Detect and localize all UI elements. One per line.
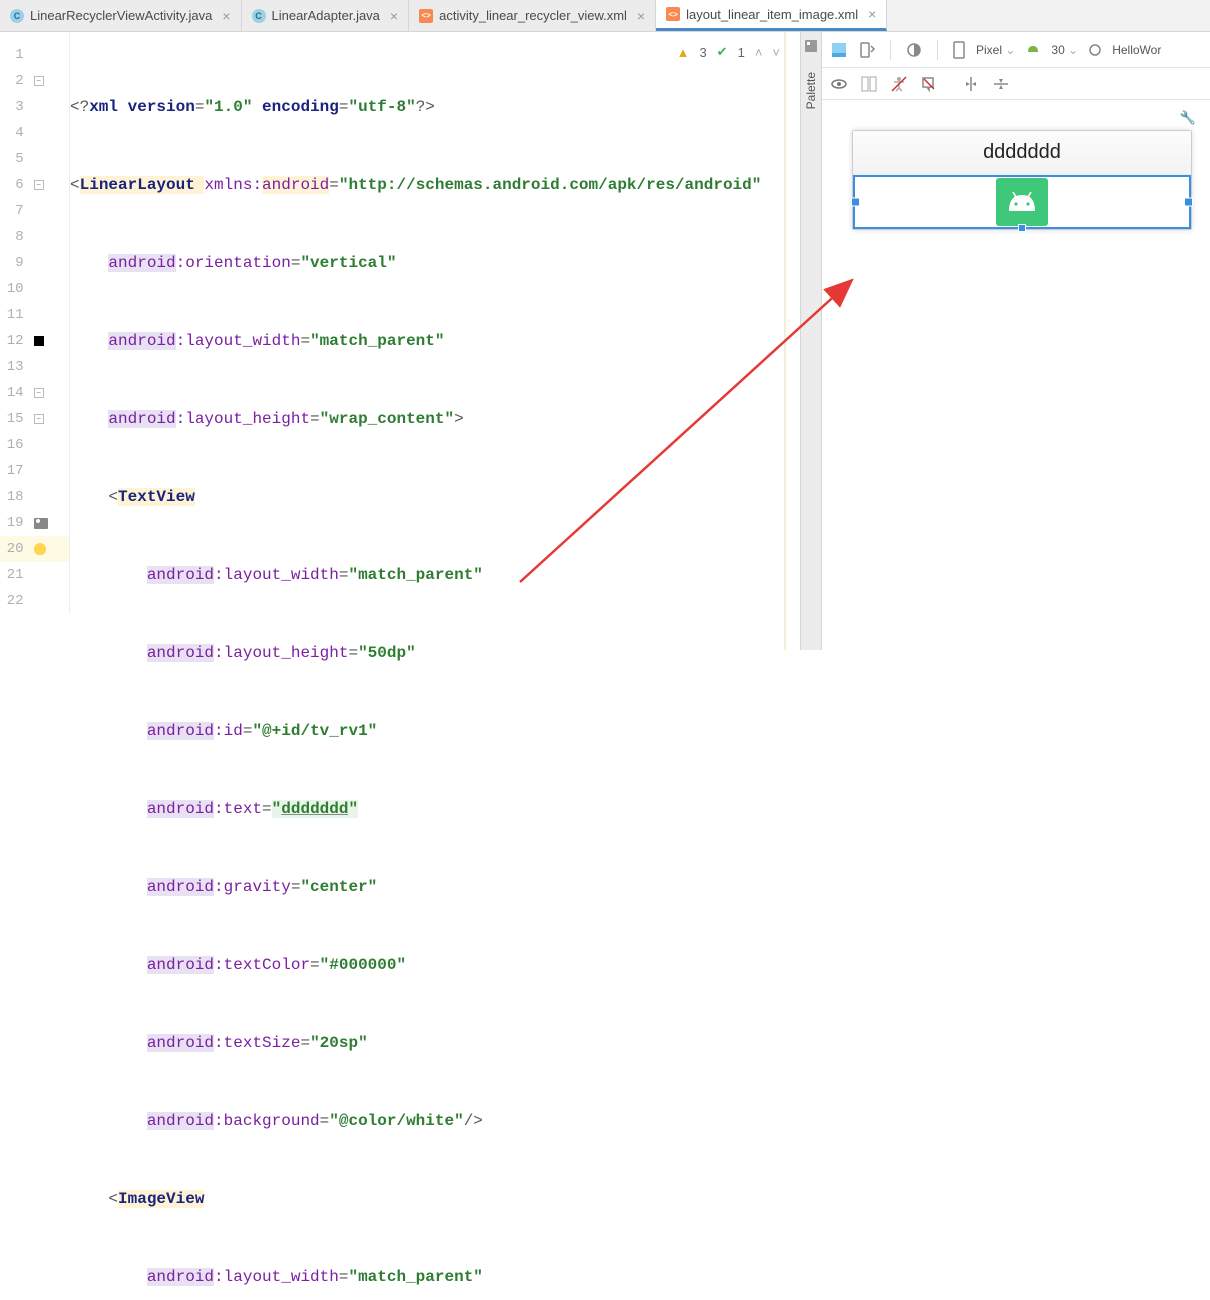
tab-file-2[interactable]: C LinearAdapter.java × [242,0,410,31]
code-editor[interactable]: ▲3 ✔1 ˄ ˅ 1 2− 3 4 5 6− 7 8 9 10 11 12 1… [0,32,800,650]
lineno: 21 [0,567,30,583]
lineno: 12 [0,333,30,349]
lineno: 16 [0,437,30,453]
color-swatch-icon[interactable] [34,336,44,346]
main-area: ▲3 ✔1 ˄ ˅ 1 2− 3 4 5 6− 7 8 9 10 11 12 1… [0,32,1210,650]
preview-imageview[interactable] [853,175,1191,229]
close-icon[interactable]: × [868,6,876,22]
module-dropdown[interactable]: HelloWor [1112,43,1161,57]
lineno: 17 [0,463,30,479]
wrench-icon[interactable]: 🔧 [1180,110,1196,126]
palette-icon [803,38,819,54]
lineno: 3 [0,99,30,115]
java-icon: C [10,9,24,23]
locale-icon[interactable] [920,75,938,93]
preview-toolbar-2 [822,68,1210,100]
ic-launcher-icon [996,178,1048,226]
xml-icon: <> [666,7,680,21]
tab-label: LinearAdapter.java [272,8,380,23]
accessibility-icon[interactable] [890,75,908,93]
device-dropdown[interactable]: Pixel ⌄ [976,43,1015,57]
xml-icon: <> [419,9,433,23]
preview-toolbar-1: Pixel ⌄ 30 ⌄ HelloWor [822,32,1210,68]
lineno: 4 [0,125,30,141]
close-icon[interactable]: × [222,8,230,24]
palette-label: Palette [804,72,818,109]
layout-preview: Pixel ⌄ 30 ⌄ HelloWor 🔧 ddddddd [822,32,1210,650]
api-dropdown[interactable]: 30 ⌄ [1051,43,1078,57]
lineno: 13 [0,359,30,375]
tab-file-4[interactable]: <> layout_linear_item_image.xml × [656,0,887,31]
lineno: 20 [0,541,30,557]
fold-icon[interactable]: − [34,414,44,424]
lineno: 14 [0,385,30,401]
palette-bar[interactable]: Palette [800,32,822,650]
lineno: 8 [0,229,30,245]
lineno: 5 [0,151,30,167]
tab-label: LinearRecyclerViewActivity.java [30,8,212,23]
close-icon[interactable]: × [637,8,645,24]
close-icon[interactable]: × [390,8,398,24]
device-icon [952,41,966,59]
device-frame[interactable]: ddddddd [852,130,1192,230]
tab-file-3[interactable]: <> activity_linear_recycler_view.xml × [409,0,656,31]
eye-icon[interactable] [830,75,848,93]
lineno: 19 [0,515,30,531]
lineno: 18 [0,489,30,505]
lineno: 2 [0,73,30,89]
tab-label: activity_linear_recycler_view.xml [439,8,627,23]
design-surface-icon[interactable] [830,41,848,59]
image-icon[interactable] [34,518,48,529]
theme-icon [1088,43,1102,57]
lineno: 11 [0,307,30,323]
fold-icon[interactable]: − [34,76,44,86]
lineno: 9 [0,255,30,271]
java-icon: C [252,9,266,23]
editor-tabs: C LinearRecyclerViewActivity.java × C Li… [0,0,1210,32]
preview-canvas[interactable]: 🔧 ddddddd [822,100,1210,650]
gutter: 1 2− 3 4 5 6− 7 8 9 10 11 12 13 14− 15− … [0,32,70,614]
chevron-down-icon: ⌄ [1068,43,1078,57]
tab-label: layout_linear_item_image.xml [686,7,858,22]
align-vert-icon[interactable] [992,75,1010,93]
lineno: 22 [0,593,30,609]
resize-handle-icon[interactable] [1018,224,1026,232]
fold-icon[interactable]: − [34,388,44,398]
tab-file-1[interactable]: C LinearRecyclerViewActivity.java × [0,0,242,31]
fold-icon[interactable]: − [34,180,44,190]
chevron-down-icon: ⌄ [1005,43,1015,57]
blueprint-toggle-icon[interactable] [860,75,878,93]
align-horiz-icon[interactable] [962,75,980,93]
bulb-icon[interactable] [34,543,46,555]
lineno: 10 [0,281,30,297]
android-icon [1025,42,1041,58]
orientation-icon[interactable] [858,41,876,59]
lineno: 7 [0,203,30,219]
preview-textview[interactable]: ddddddd [853,131,1191,175]
lineno: 15 [0,411,30,427]
lineno: 1 [0,47,30,63]
code-text[interactable]: <?xml version="1.0" encoding="utf-8"?> <… [70,42,800,1300]
night-mode-icon[interactable] [905,41,923,59]
lineno: 6 [0,177,30,193]
